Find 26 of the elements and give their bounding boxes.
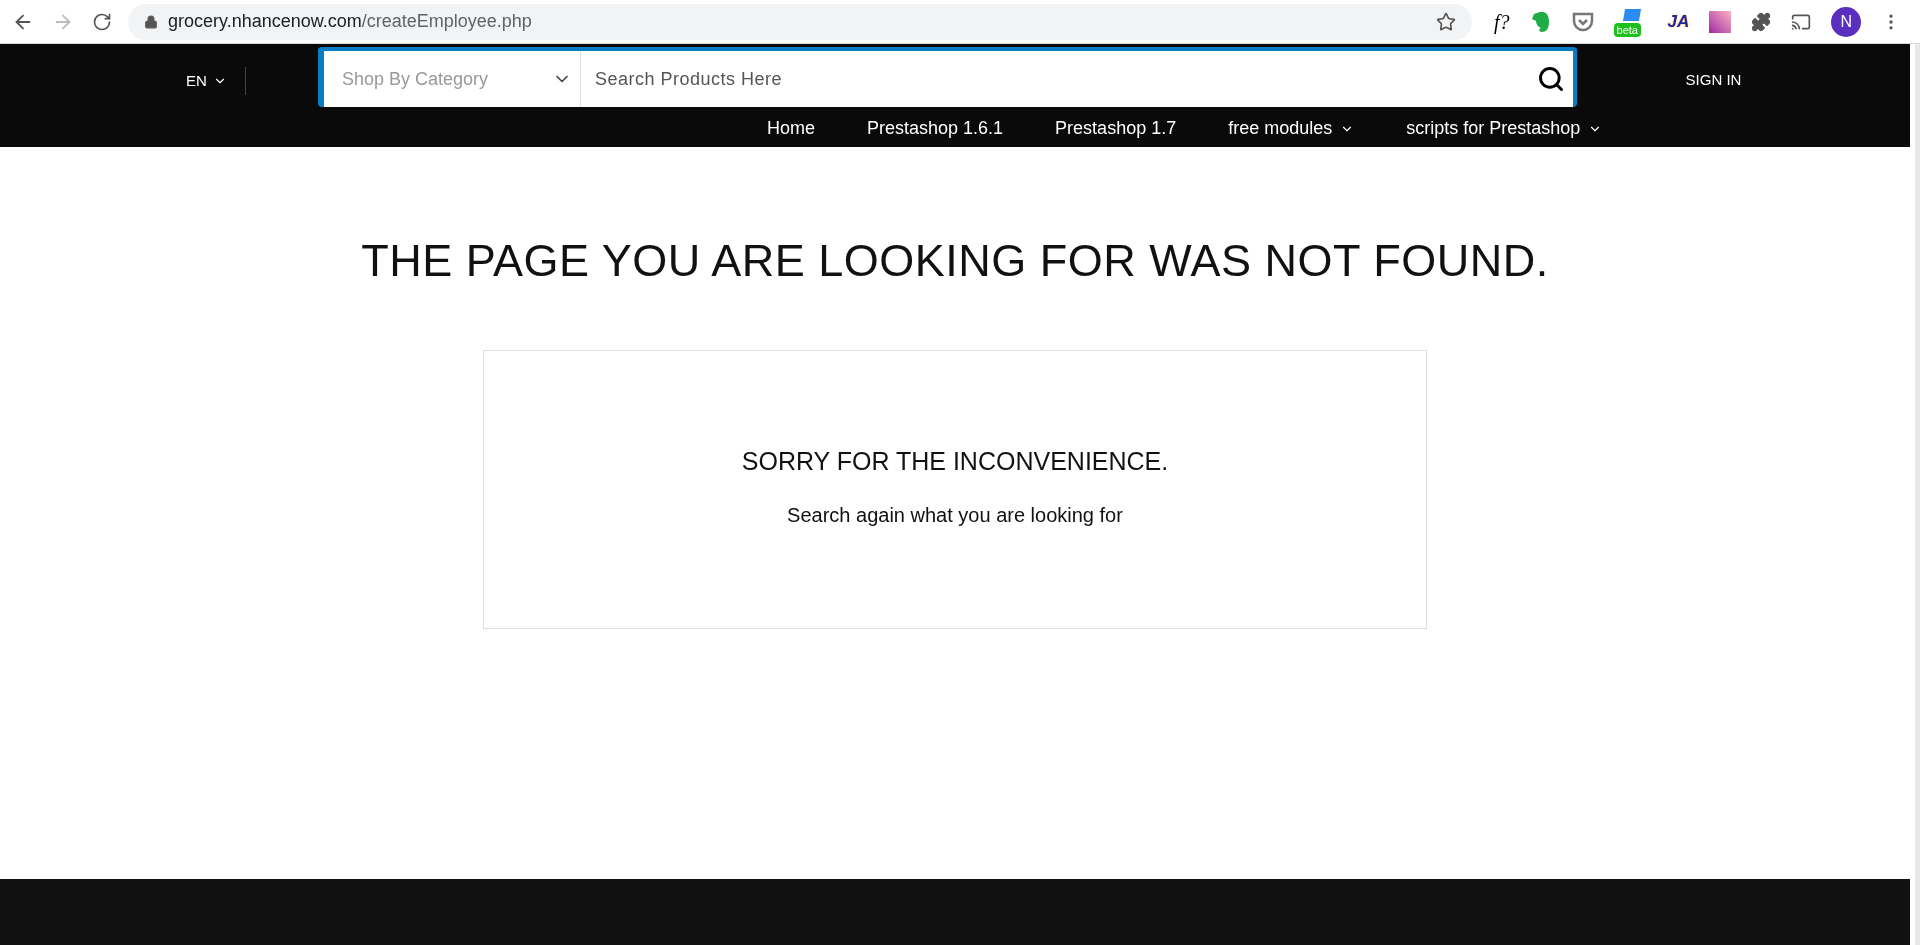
search-icon — [1537, 65, 1565, 93]
address-bar[interactable]: grocery.nhancenow.com/createEmployee.php — [128, 3, 1472, 40]
url-text: grocery.nhancenow.com/createEmployee.php — [168, 10, 532, 33]
search-button[interactable] — [1533, 51, 1573, 107]
card-heading: SORRY FOR THE INCONVENIENCE. — [741, 445, 1169, 477]
sign-in-link[interactable]: SIGN IN — [1685, 69, 1742, 92]
lock-icon — [144, 14, 158, 29]
search-field[interactable]: Search Products Here — [581, 51, 1533, 107]
gradient-square-icon[interactable] — [1709, 10, 1732, 33]
bookmark-star-icon[interactable] — [1436, 11, 1456, 32]
ja-extension-icon[interactable]: JA — [1667, 8, 1690, 35]
profile-avatar[interactable]: N — [1831, 6, 1862, 37]
card-text: Search again what you are looking for — [787, 503, 1123, 528]
pocket-icon[interactable] — [1571, 11, 1594, 32]
nav-link[interactable]: Prestashop 1.6.1 — [867, 115, 1004, 142]
beta-badge: beta — [1613, 22, 1641, 37]
language-selector[interactable]: EN — [186, 69, 227, 93]
nav-link[interactable]: Home — [767, 115, 815, 142]
nav-link[interactable]: Prestashop 1.7 — [1055, 115, 1177, 142]
nav-link[interactable]: free modules — [1228, 115, 1355, 142]
nav-link[interactable]: scripts for Prestashop — [1406, 115, 1603, 142]
reload-icon[interactable] — [92, 11, 112, 32]
puzzle-icon[interactable] — [1751, 11, 1772, 32]
formula-extension-icon[interactable]: f? — [1494, 6, 1510, 37]
window-icon[interactable] — [1622, 8, 1641, 21]
page-title: THE PAGE YOU ARE LOOKING FOR WAS NOT FOUND. — [361, 234, 1549, 288]
